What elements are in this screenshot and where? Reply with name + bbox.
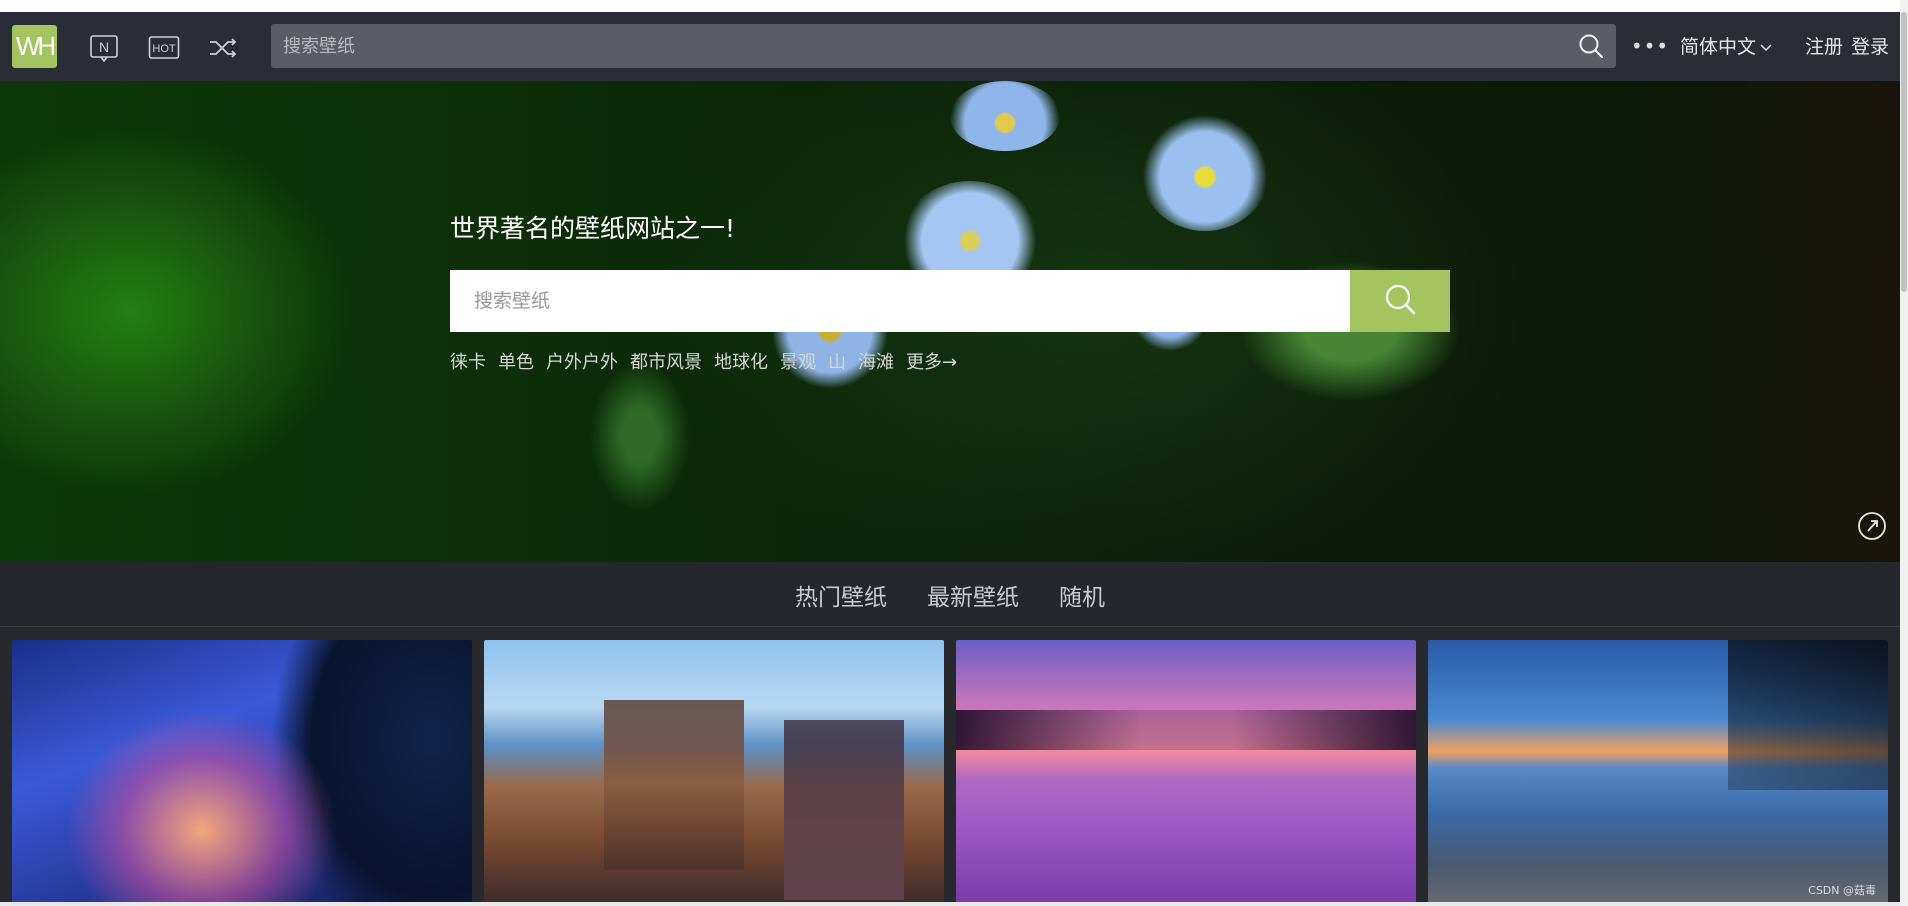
top-search-input[interactable]: [283, 24, 1553, 68]
svg-text:HOT: HOT: [152, 43, 176, 55]
chevron-down-icon: [1760, 35, 1772, 57]
wallpaper-grid: CSDN @菇毒: [0, 627, 1900, 906]
shuffle-icon[interactable]: [206, 34, 240, 62]
flower-decoration: [950, 81, 1060, 151]
hero-tag-list: 徕卡 单色 户外户外 都市风景 地球化 景观 山 海滩 更多→: [450, 348, 957, 374]
treeline-shape: [956, 710, 1416, 750]
category-tabs: 热门壁纸 最新壁纸 随机: [0, 562, 1900, 627]
hot-icon[interactable]: HOT: [147, 34, 181, 62]
site-logo[interactable]: WH: [12, 25, 57, 68]
tag-link[interactable]: 景观: [780, 348, 816, 374]
login-link[interactable]: 登录: [1851, 32, 1889, 59]
language-label: 简体中文: [1680, 36, 1757, 58]
page-scrollbar[interactable]: [1900, 0, 1908, 906]
wallpaper-thumbnail[interactable]: [956, 640, 1416, 906]
language-selector[interactable]: 简体中文: [1680, 32, 1772, 59]
flower-decoration: [1140, 111, 1270, 231]
hero-banner: 世界著名的壁纸网站之一! 徕卡 单色 户外户外 都市风景 地球化 景观 山 海滩…: [0, 81, 1900, 562]
hero-title: 世界著名的壁纸网站之一!: [450, 214, 736, 243]
watermark-text: CSDN @菇毒: [1808, 884, 1876, 897]
search-icon: [1383, 282, 1417, 320]
character-shape: [784, 720, 904, 900]
tag-link[interactable]: 地球化: [714, 348, 768, 374]
tag-link[interactable]: 海滩: [858, 348, 894, 374]
tag-more-link[interactable]: 更多→: [906, 348, 957, 374]
trees-shape: [1728, 640, 1888, 790]
register-link[interactable]: 注册: [1805, 32, 1843, 59]
wallpaper-thumbnail[interactable]: CSDN @菇毒: [1428, 640, 1888, 906]
tab-hot-wallpapers[interactable]: 热门壁纸: [795, 578, 887, 612]
hero-search-button[interactable]: [1350, 270, 1450, 332]
hero-search-input[interactable]: [450, 270, 1350, 332]
search-icon[interactable]: [1578, 33, 1604, 63]
tab-random[interactable]: 随机: [1059, 578, 1105, 612]
hero-search-box: [450, 270, 1450, 332]
more-menu-button[interactable]: •••: [1631, 34, 1668, 58]
top-navbar: WH N HOT ••• 简体中文 注册 登录: [0, 12, 1900, 81]
bud-decoration: [590, 361, 690, 511]
wallpaper-thumbnail[interactable]: [12, 640, 472, 906]
bottom-edge: [0, 902, 1900, 906]
tag-link[interactable]: 户外户外: [546, 348, 618, 374]
tab-latest-wallpapers[interactable]: 最新壁纸: [927, 578, 1019, 612]
tag-link[interactable]: 山: [828, 348, 846, 374]
window-top-strip: [0, 0, 1908, 12]
scrollbar-thumb[interactable]: [1901, 12, 1907, 292]
tag-link[interactable]: 单色: [498, 348, 534, 374]
share-icon[interactable]: [1857, 511, 1887, 541]
tag-link[interactable]: 徕卡: [450, 348, 486, 374]
wallpaper-thumbnail[interactable]: [484, 640, 944, 906]
new-icon[interactable]: N: [87, 34, 121, 62]
tag-link[interactable]: 都市风景: [630, 348, 702, 374]
svg-text:N: N: [99, 39, 109, 55]
building-shape: [604, 700, 744, 870]
top-search-box: [271, 24, 1616, 68]
